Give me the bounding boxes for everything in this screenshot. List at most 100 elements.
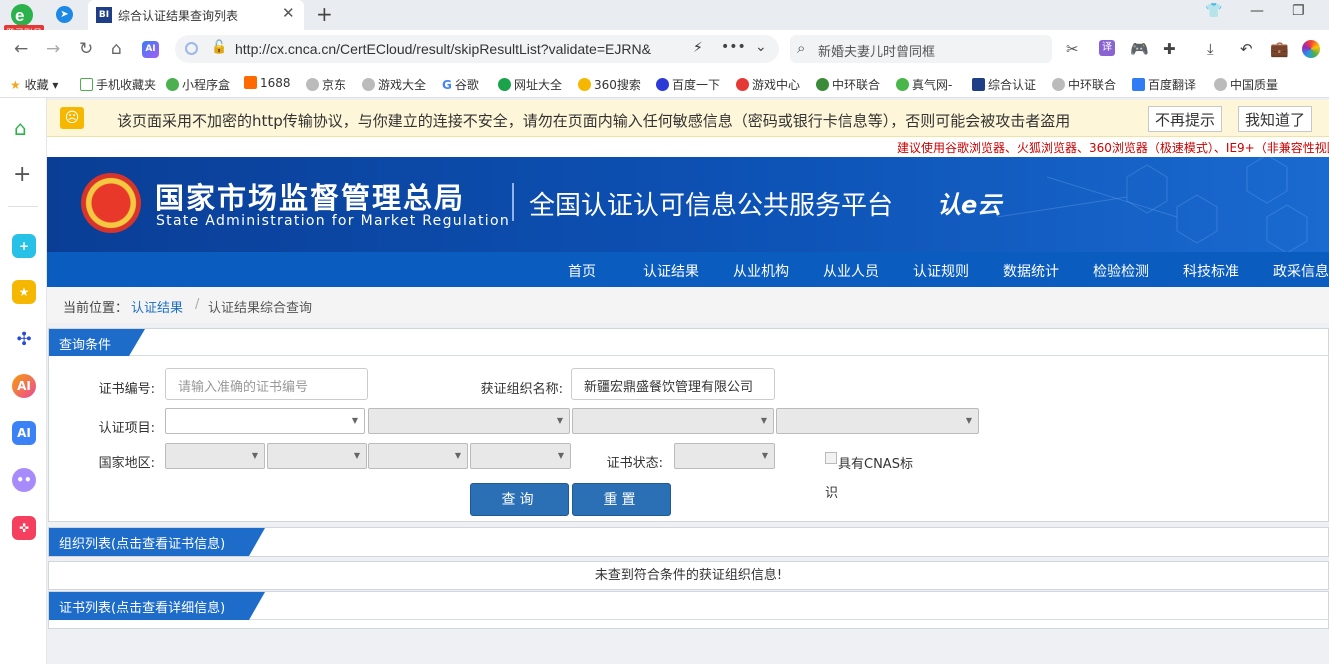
region-select-3[interactable]: ▼	[368, 443, 468, 469]
new-tab-button[interactable]: +	[316, 2, 333, 26]
ai-icon[interactable]: AI	[142, 41, 159, 58]
got-it-button[interactable]: 我知道了	[1238, 106, 1313, 132]
back-button[interactable]: ←	[14, 39, 28, 59]
reset-button[interactable]: 重置	[572, 483, 671, 516]
chevron-down-icon: ▼	[557, 451, 564, 460]
site-info-icon[interactable]	[185, 42, 198, 55]
menu-rules[interactable]: 认证规则	[913, 261, 969, 281]
menu-home[interactable]: 首页	[568, 261, 596, 281]
bookmark-item[interactable]: 1688	[244, 76, 291, 90]
bookmark-item[interactable]: 手机收藏夹	[80, 76, 156, 93]
region-select-4[interactable]: ▼	[470, 443, 571, 469]
project-select-3[interactable]: ▼	[572, 408, 774, 434]
chevron-down-icon: ▼	[965, 416, 972, 425]
svg-text:e: e	[15, 6, 24, 25]
bookmark-item[interactable]: 游戏大全	[362, 76, 426, 93]
reload-button[interactable]: ↻	[79, 39, 93, 59]
menu-standards[interactable]: 科技标准	[1183, 261, 1239, 281]
cnas-label[interactable]: 具有CNAS标识	[825, 450, 925, 508]
org-list-title[interactable]: 组织列表(点击查看证书信息)	[49, 528, 265, 556]
chevron-down-icon[interactable]: ⌄	[755, 39, 767, 55]
search-box[interactable]: ⌕ 新婚夫妻儿时曾同框	[790, 35, 1052, 63]
warning-text: 该页面采用不加密的http传输协议，与你建立的连接不安全，请勿在页面内输入任何敏…	[117, 112, 1071, 130]
minimize-button[interactable]: —	[1250, 3, 1264, 19]
plus-app-icon[interactable]: +	[12, 234, 36, 258]
colorful-circle-icon[interactable]	[1302, 40, 1320, 58]
browser-tab-bar: e 登录账号 ➤ BI 综合认证结果查询列表 ✕ + 👕 — ❐	[0, 0, 1329, 39]
active-tab[interactable]: BI 综合认证结果查询列表 ✕	[88, 0, 304, 30]
project-select-1[interactable]: ▼	[165, 408, 365, 434]
restore-button[interactable]: ❐	[1292, 3, 1305, 19]
robot-icon[interactable]: ••	[12, 468, 36, 492]
url-text[interactable]: http://cx.cnca.cn/CertECloud/result/skip…	[235, 41, 651, 57]
project-select-4[interactable]: ▼	[776, 408, 979, 434]
org-name-en: State Administration for Market Regulati…	[156, 213, 511, 229]
status-select[interactable]: ▼	[674, 443, 775, 469]
bookmark-item[interactable]: 综合认证	[972, 76, 1036, 93]
region-label: 国家地区:	[98, 456, 155, 471]
more-icon[interactable]: •••	[721, 39, 746, 55]
sidebar-divider	[8, 206, 38, 207]
query-panel: 查询条件 证书编号: 请输入准确的证书编号 获证组织名称: 新疆宏鼎盛餐饮管理有…	[48, 328, 1329, 522]
forward-button[interactable]: →	[46, 39, 60, 59]
org-name-input[interactable]: 新疆宏鼎盛餐饮管理有限公司	[571, 368, 775, 400]
tab-favicon-icon: BI	[96, 7, 112, 23]
menu-cert-results[interactable]: 认证结果	[643, 261, 699, 281]
bookmark-star[interactable]: ★ 收藏 ▾	[10, 76, 58, 93]
add-sidebar-icon[interactable]: +	[13, 162, 31, 187]
cert-no-label: 证书编号:	[98, 382, 155, 397]
home-sidebar-icon[interactable]: ⌂	[14, 116, 27, 140]
bookmark-item[interactable]: 中环联合	[1052, 76, 1116, 93]
region-select-2[interactable]: ▼	[267, 443, 367, 469]
menu-institutions[interactable]: 从业机构	[733, 261, 789, 281]
bookmark-item[interactable]: 京东	[306, 76, 346, 93]
bookmark-item[interactable]: 中环联合	[816, 76, 880, 93]
cert-list-title[interactable]: 证书列表(点击查看详细信息)	[49, 592, 265, 620]
gamepad-icon[interactable]: ✜	[12, 516, 36, 540]
shirt-icon[interactable]: 👕	[1205, 3, 1222, 19]
cert-no-input[interactable]: 请输入准确的证书编号	[165, 368, 368, 400]
translate-icon[interactable]: 译	[1099, 40, 1115, 56]
menu-statistics[interactable]: 数据统计	[1003, 261, 1059, 281]
browser-tip-bar: 建议使用谷歌浏览器、火狐浏览器、360浏览器（极速模式）、IE9+（非兼容性视图…	[47, 137, 1329, 157]
bookmark-item[interactable]: 游戏中心	[736, 76, 800, 93]
bookmark-item[interactable]: 小程序盒	[166, 76, 230, 93]
search-text[interactable]: 新婚夫妻儿时曾同框	[818, 41, 935, 60]
home-icon[interactable]: ⌂	[111, 39, 122, 59]
ai-app-icon[interactable]: AI	[12, 421, 36, 445]
extensions-icon[interactable]: ✚	[1163, 40, 1176, 58]
query-panel-header: 查询条件	[49, 329, 1329, 356]
bookmarks-bar: ★ 收藏 ▾ 手机收藏夹 小程序盒 1688 京东 游戏大全 G 谷歌 网址大全 …	[0, 70, 1329, 98]
browser-sidebar: ⌂ + + ★ ✣ AI AI •• ✜	[0, 98, 47, 664]
ai-assistant-icon[interactable]: AI	[12, 374, 36, 398]
renyun-logo: 认e云	[937, 191, 1002, 219]
game-icon[interactable]: 🎮	[1130, 40, 1149, 58]
bookmark-item[interactable]: 网址大全	[498, 76, 562, 93]
download-icon[interactable]: ⤓	[1207, 40, 1214, 58]
send-icon[interactable]: ➤	[56, 6, 73, 23]
lightning-icon[interactable]: ⚡	[693, 40, 703, 56]
bookmark-item[interactable]: 百度一下	[656, 76, 720, 93]
region-select-1[interactable]: ▼	[165, 443, 265, 469]
menu-personnel[interactable]: 从业人员	[823, 261, 879, 281]
url-bar[interactable]: 🔓 http://cx.cnca.cn/CertECloud/result/sk…	[175, 35, 779, 63]
bookmark-item[interactable]: 真气网-	[896, 76, 952, 93]
bookmark-item[interactable]: 中国质量	[1214, 76, 1278, 93]
tab-close-icon[interactable]: ✕	[282, 4, 295, 22]
network-app-icon[interactable]: ✣	[12, 328, 36, 352]
scissors-icon[interactable]: ✂	[1066, 40, 1079, 58]
menu-inspection[interactable]: 检验检测	[1093, 261, 1149, 281]
star-app-icon[interactable]: ★	[12, 280, 36, 304]
briefcase-icon[interactable]: 💼	[1270, 40, 1289, 58]
bookmark-item[interactable]: 百度翻译	[1132, 76, 1196, 93]
bookmark-item[interactable]: G 谷歌	[442, 76, 479, 93]
project-select-2[interactable]: ▼	[368, 408, 570, 434]
no-remind-button[interactable]: 不再提示	[1148, 106, 1223, 132]
menu-procurement[interactable]: 政采信息	[1273, 261, 1329, 281]
insecure-lock-icon[interactable]: 🔓	[211, 40, 227, 55]
bookmark-item[interactable]: 360搜索	[578, 76, 641, 93]
breadcrumb-link[interactable]: 认证结果	[131, 297, 183, 316]
undo-icon[interactable]: ↶	[1240, 40, 1253, 58]
query-panel-title: 查询条件	[49, 329, 145, 356]
search-button[interactable]: 查询	[470, 483, 569, 516]
